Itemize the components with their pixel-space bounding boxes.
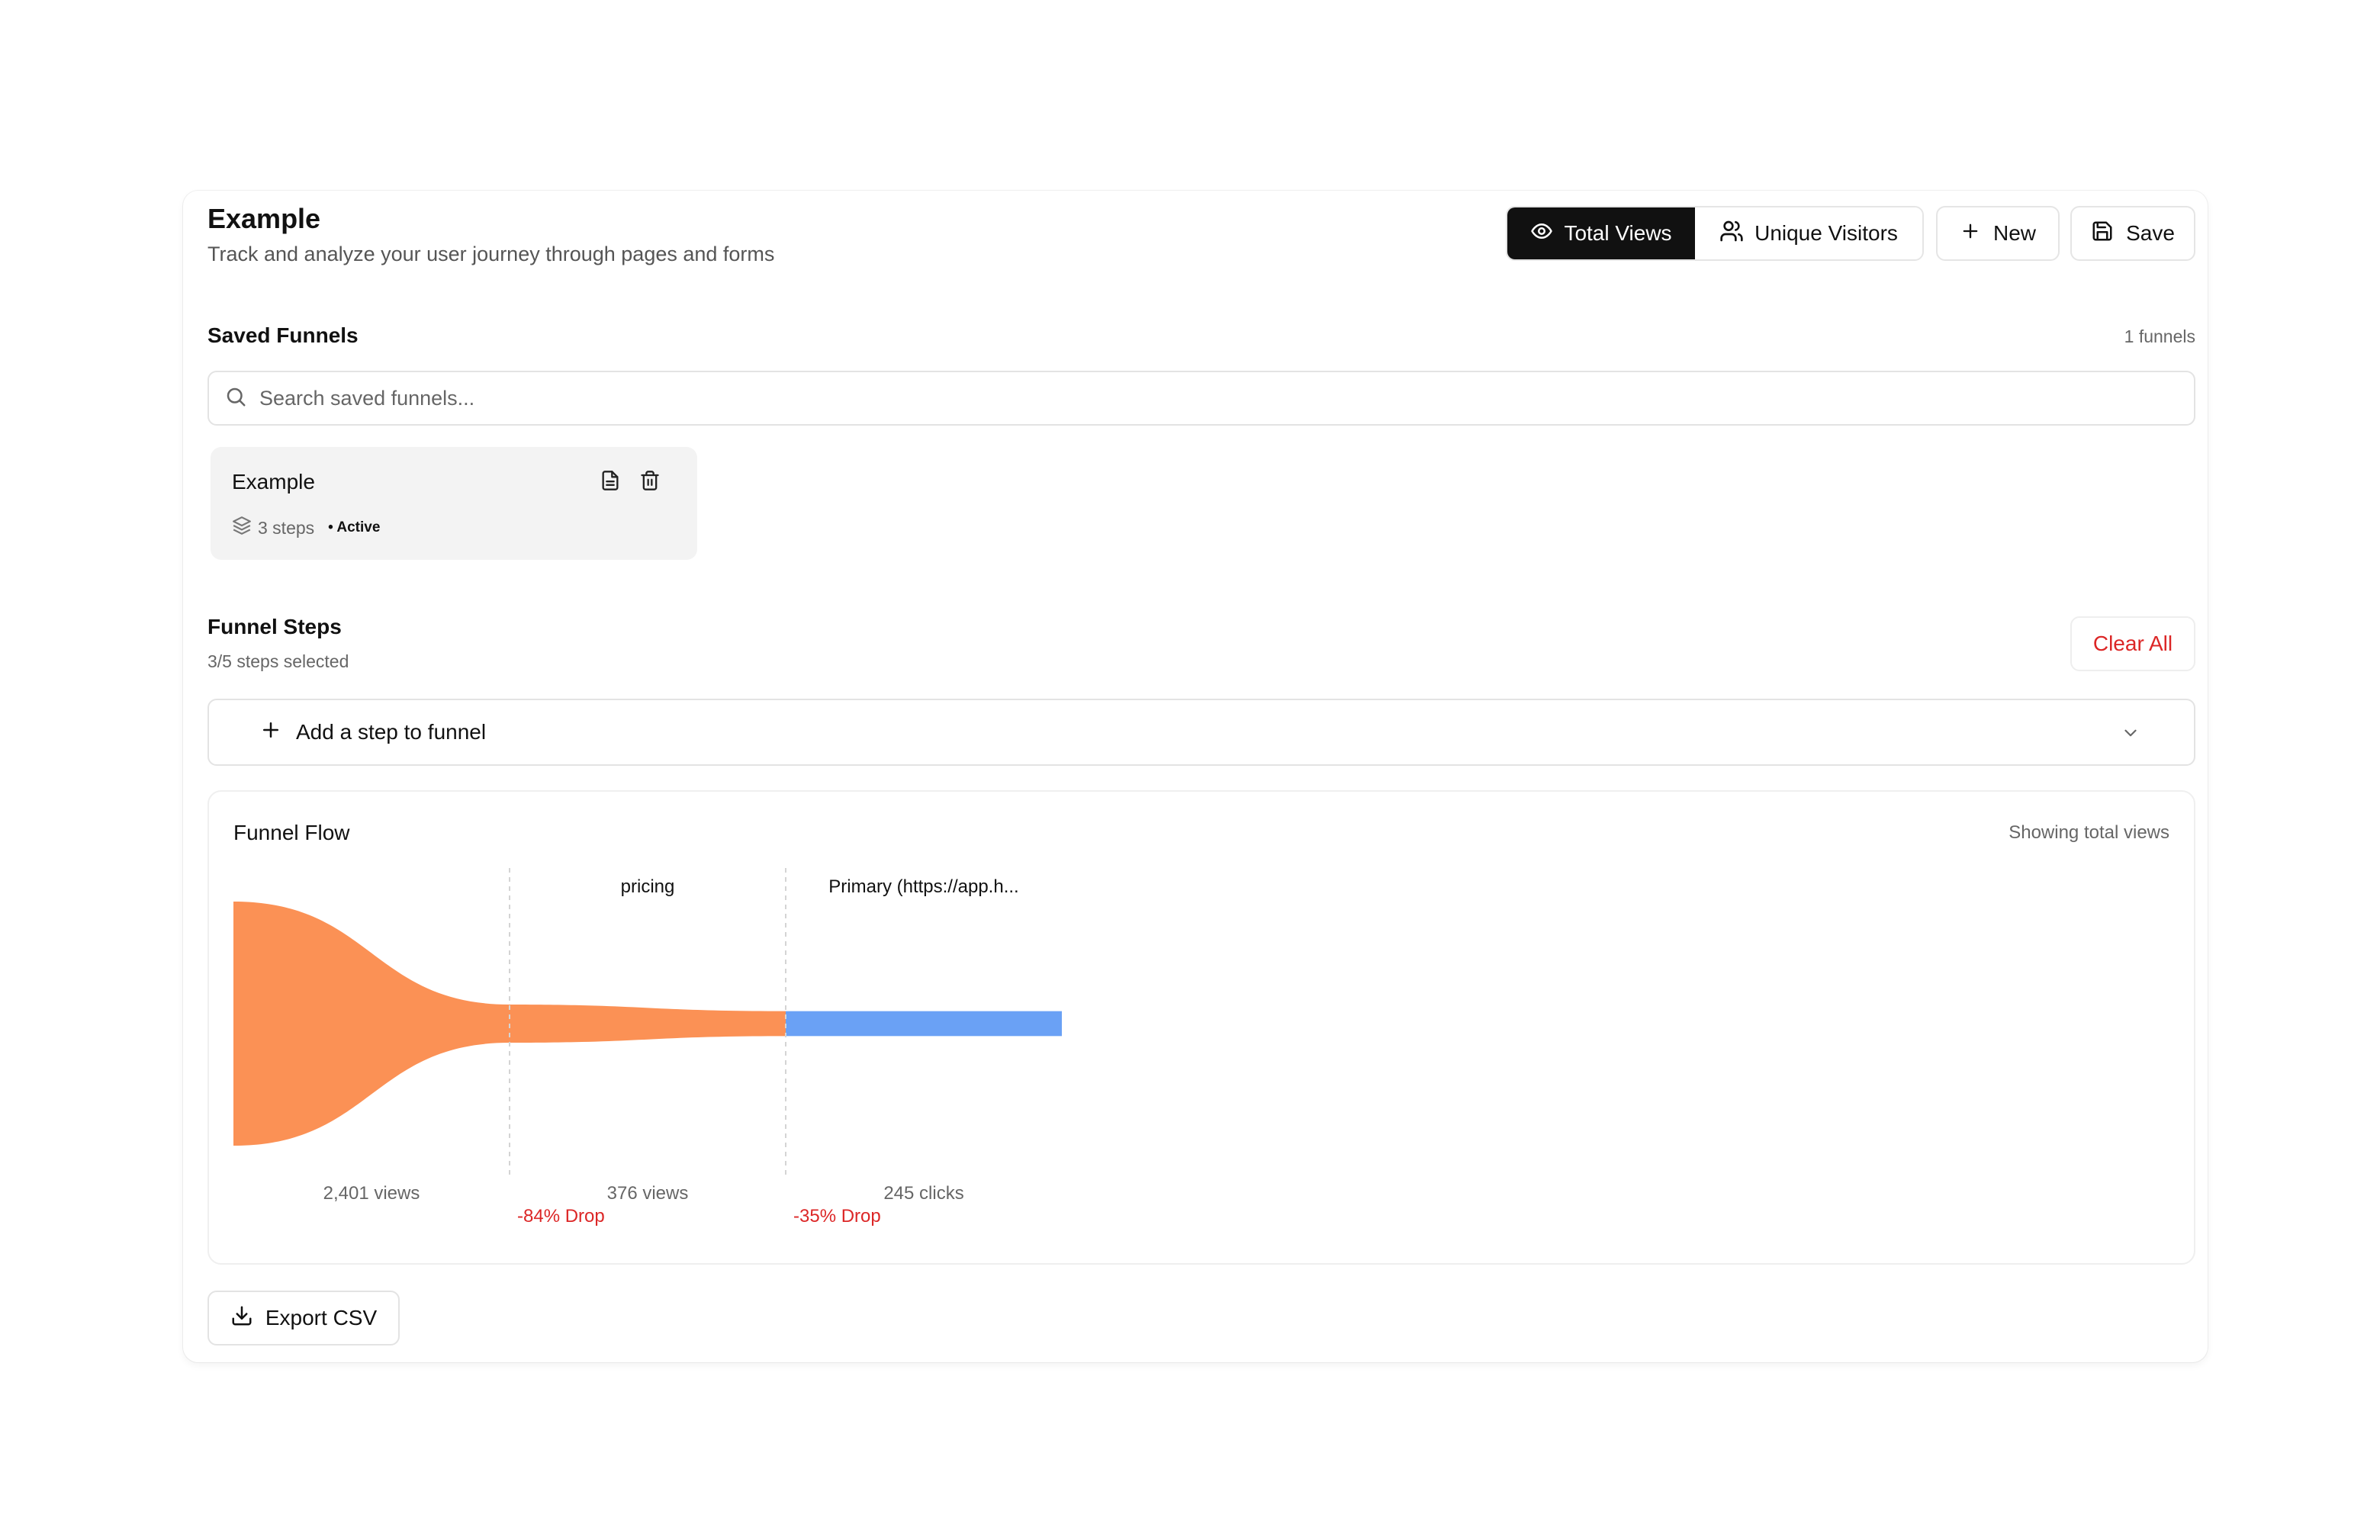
status-badge: • Active xyxy=(328,519,381,535)
funnels-count: 1 funnels xyxy=(2124,326,2195,346)
stage-value-label: 245 clicks xyxy=(883,1183,963,1204)
unique-visitors-label: Unique Visitors xyxy=(1754,221,1898,245)
saved-funnels-heading: Saved Funnels xyxy=(207,323,359,347)
save-button-label: Save xyxy=(2126,221,2175,245)
funnel-steps-heading: Funnel Steps xyxy=(207,615,342,638)
steps-selected-label: 3/5 steps selected xyxy=(207,651,349,671)
trash-icon[interactable] xyxy=(639,470,661,495)
export-csv-button[interactable]: Export CSV xyxy=(207,1291,400,1345)
plus-icon xyxy=(1960,220,1981,247)
stage-drop-label: -84% Drop xyxy=(517,1206,605,1227)
search-icon xyxy=(224,385,247,412)
saved-funnel-card[interactable]: Example 3 steps • Active xyxy=(211,447,697,560)
stage-name-label: Primary (https://app.h... xyxy=(828,876,1018,897)
funnel-flow-panel: Funnel Flow Showing total views 2,401 vi… xyxy=(207,790,2195,1265)
stage-value-label: 2,401 views xyxy=(323,1183,420,1204)
file-icon[interactable] xyxy=(600,470,621,495)
metric-toggle-group: Total Views Unique Visitors xyxy=(1506,206,1924,261)
add-step-dropdown[interactable]: Add a step to funnel xyxy=(207,699,2195,766)
funnel-analysis-card: Example Track and analyze your user jour… xyxy=(183,191,2208,1362)
stage-value-label: 376 views xyxy=(607,1183,689,1204)
page-title: Example xyxy=(207,203,321,234)
funnel-chart: 2,401 views pricing 376 views-84% Drop Prim… xyxy=(233,868,1062,1227)
export-csv-label: Export CSV xyxy=(265,1306,378,1329)
plus-icon xyxy=(259,719,282,747)
page-subtitle: Track and analyze your user journey thro… xyxy=(207,243,775,265)
add-step-label: Add a step to funnel xyxy=(296,720,487,744)
clear-all-button[interactable]: Clear All xyxy=(2070,616,2195,671)
funnel-flow-segment-1 xyxy=(510,1004,786,1043)
eye-icon xyxy=(1530,220,1553,248)
stage-drop-label: -35% Drop xyxy=(793,1206,881,1227)
saved-funnel-name: Example xyxy=(232,470,315,494)
download-icon xyxy=(230,1304,253,1333)
search-saved-funnels[interactable] xyxy=(207,371,2195,426)
users-icon xyxy=(1719,219,1744,249)
steps-count: 3 steps xyxy=(258,517,315,538)
save-button[interactable]: Save xyxy=(2070,206,2195,261)
stage-name-label: pricing xyxy=(621,876,675,897)
new-button-label: New xyxy=(1992,221,2036,245)
funnel-stage-bar-2 xyxy=(786,1011,1062,1037)
total-views-toggle[interactable]: Total Views xyxy=(1507,207,1695,259)
new-button[interactable]: New xyxy=(1936,206,2060,261)
chevron-down-icon xyxy=(2121,723,2140,748)
search-input[interactable] xyxy=(258,385,2092,411)
save-icon xyxy=(2091,220,2114,248)
layers-icon xyxy=(232,516,252,540)
total-views-label: Total Views xyxy=(1564,221,1672,245)
funnel-flow-segment-0 xyxy=(233,902,510,1146)
unique-visitors-toggle[interactable]: Unique Visitors xyxy=(1695,207,1922,259)
